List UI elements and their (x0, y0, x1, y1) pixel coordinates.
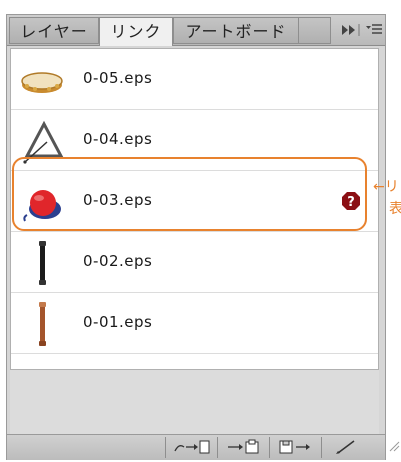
edit-original-button[interactable] (321, 437, 373, 458)
link-filename: 0-01.eps (83, 313, 153, 331)
links-toolbar (7, 434, 385, 460)
links-panel: レイヤー リンク アートボード 0-05.eps 0-04.eps 0-03.e… (6, 14, 386, 460)
edit-original-icon (336, 440, 355, 454)
update-link-icon (279, 440, 310, 454)
tab-bar-filler (299, 17, 331, 44)
fast-forward-icon[interactable] (339, 22, 361, 38)
relink-button[interactable] (165, 437, 217, 458)
stage: レイヤー リンク アートボード 0-05.eps 0-04.eps 0-03.e… (0, 0, 401, 462)
link-row-0-01[interactable]: 0-01.eps (11, 293, 378, 354)
link-row-0-05[interactable]: 0-05.eps (11, 49, 378, 110)
resize-grip-icon[interactable] (388, 440, 400, 452)
tambourine-icon (21, 72, 63, 93)
recorder-brown-icon (39, 302, 46, 346)
link-filename: 0-04.eps (83, 130, 153, 148)
annotation-line-1: ←リ (373, 179, 399, 195)
tab-links[interactable]: リンク (99, 17, 173, 46)
go-to-link-button[interactable] (217, 437, 269, 458)
relink-icon (174, 440, 210, 454)
panel-tab-bar: レイヤー リンク アートボード (7, 15, 385, 46)
missing-link-highlight (12, 157, 367, 231)
link-row-0-02[interactable]: 0-02.eps (11, 232, 378, 293)
link-filename: 0-05.eps (83, 69, 153, 87)
annotation-line-2: 表 (389, 201, 401, 217)
update-link-button[interactable] (269, 437, 321, 458)
panel-menu-icon[interactable] (365, 21, 383, 39)
recorder-black-icon (39, 241, 46, 285)
annotation-callout: ←リ 表 (373, 176, 401, 220)
tab-artboards[interactable]: アートボード (173, 17, 299, 44)
list-empty-area (10, 370, 379, 434)
go-to-link-icon (228, 439, 259, 454)
tab-layers[interactable]: レイヤー (9, 17, 99, 44)
link-filename: 0-02.eps (83, 252, 153, 270)
